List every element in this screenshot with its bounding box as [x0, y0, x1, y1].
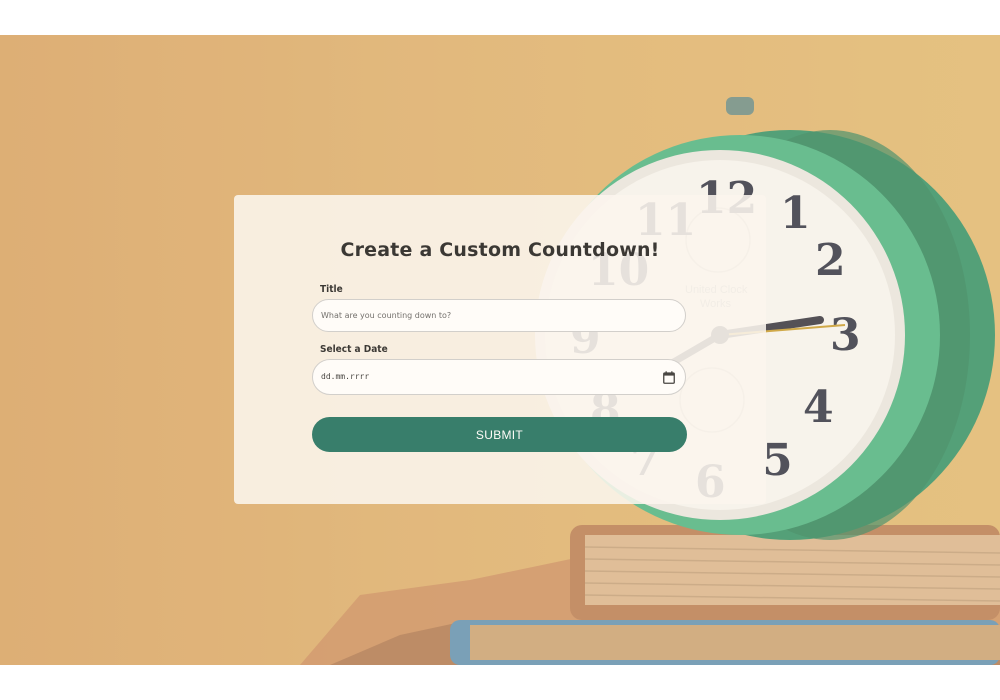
date-input[interactable]: dd.mm.rrrr	[312, 359, 686, 395]
calendar-icon[interactable]	[663, 371, 675, 384]
date-input-value: dd.mm.rrrr	[321, 372, 370, 381]
countdown-form-card: Create a Custom Countdown! Title Select …	[234, 195, 766, 504]
svg-text:5: 5	[762, 435, 793, 486]
title-input[interactable]	[312, 299, 686, 332]
svg-text:3: 3	[830, 310, 861, 361]
form-heading: Create a Custom Countdown!	[340, 239, 660, 261]
svg-text:2: 2	[815, 235, 846, 286]
books-illustration	[300, 525, 1000, 665]
svg-text:1: 1	[780, 188, 811, 239]
title-label: Title	[320, 284, 343, 295]
hero-background: 12 1 2 3 4 5 6 7 8 9 10 11 United Clock …	[0, 35, 1000, 665]
svg-text:4: 4	[803, 382, 834, 433]
submit-button[interactable]: SUBMIT	[312, 417, 687, 452]
date-label: Select a Date	[320, 344, 388, 355]
